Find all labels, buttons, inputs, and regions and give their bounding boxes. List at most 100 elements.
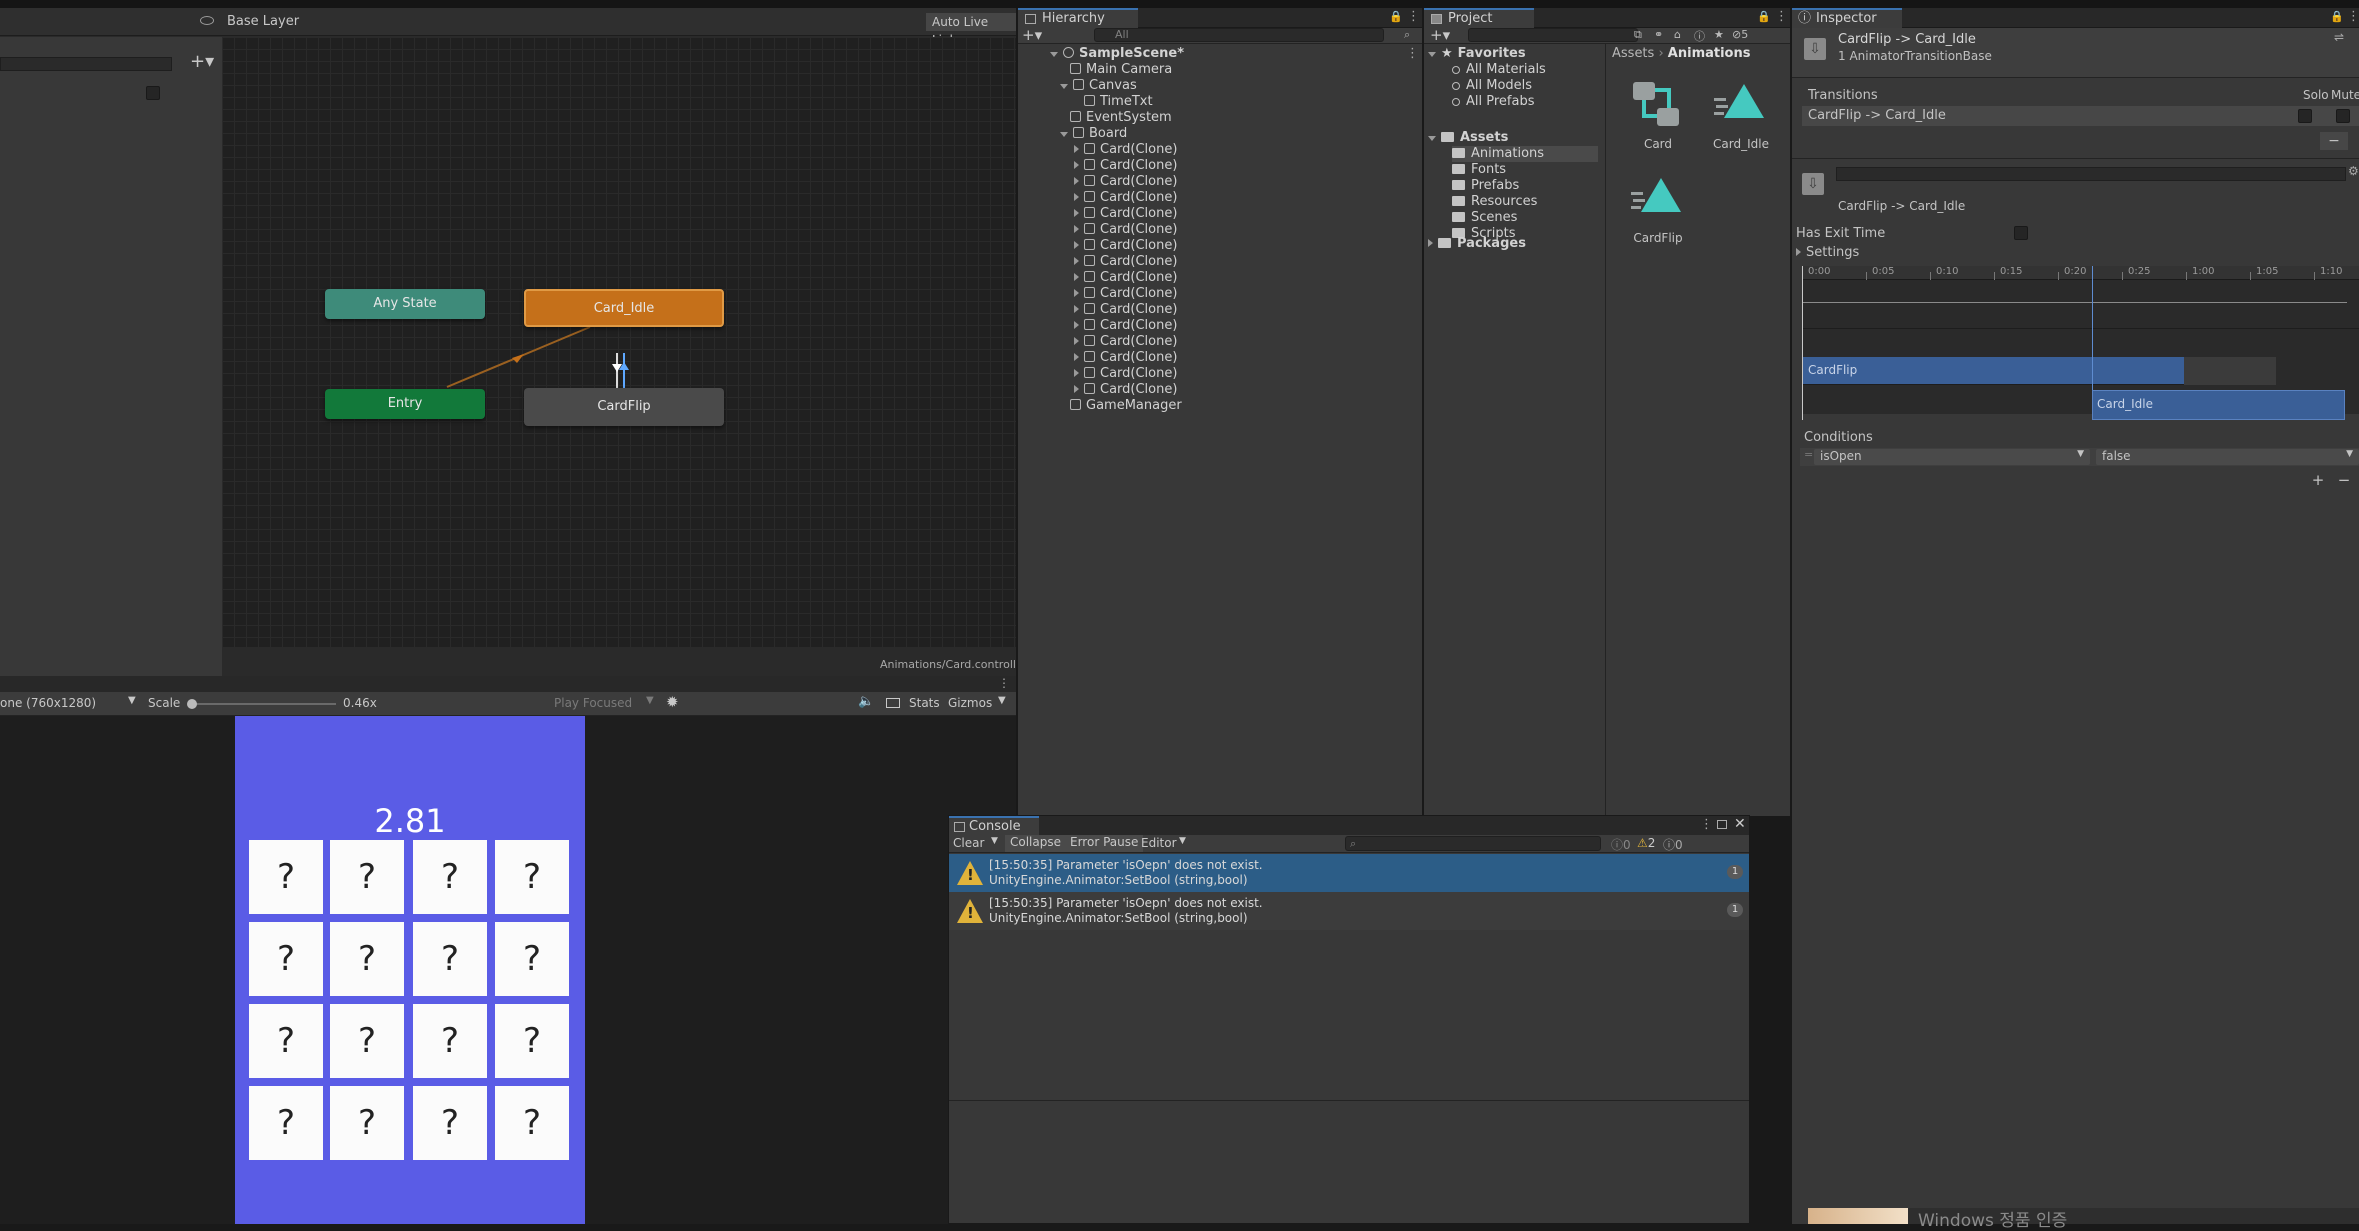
hierarchy-item[interactable]: Card(Clone) [1074, 158, 1177, 174]
expand-icon[interactable] [1050, 52, 1058, 57]
condition-parameter-dropdown[interactable]: isOpen ▼ [1814, 449, 2090, 465]
expand-icon[interactable] [1060, 132, 1068, 137]
more-menu-icon[interactable]: ⋮ [1700, 817, 1713, 832]
tag-icon[interactable]: ⌂ [1674, 28, 1681, 41]
add-condition-button[interactable]: + [2308, 472, 2328, 488]
project-search[interactable] [1468, 28, 1638, 42]
clip-bar-cardflip[interactable]: CardFlip [1802, 357, 2184, 385]
hierarchy-search[interactable]: All [1094, 28, 1384, 42]
layer-breadcrumb[interactable]: Base Layer [227, 14, 299, 29]
parameter-checkbox[interactable] [146, 86, 160, 100]
hierarchy-item[interactable]: Board [1060, 126, 1127, 142]
resolution-dropdown[interactable]: one (760x1280) [0, 696, 96, 710]
console-search[interactable]: ⌕ [1345, 836, 1601, 851]
hierarchy-item[interactable]: Card(Clone) [1074, 366, 1177, 382]
breadcrumb-animations[interactable]: Animations [1668, 46, 1751, 61]
hierarchy-item[interactable]: Card(Clone) [1074, 334, 1177, 350]
clear-button[interactable]: Clear [953, 836, 984, 850]
expand-icon[interactable] [1060, 84, 1068, 89]
memory-card[interactable]: ? [330, 1004, 404, 1078]
gizmos-button[interactable]: Gizmos [948, 696, 992, 710]
hidden-packages-icon[interactable]: ⊘5 [1732, 28, 1748, 41]
more-menu-icon[interactable]: ⋮ [1406, 46, 1419, 61]
remove-transition-button[interactable]: − [2320, 132, 2348, 150]
scale-slider[interactable] [187, 699, 336, 709]
state-graph[interactable]: Any State Card_Idle Entry CardFlip [222, 37, 1016, 647]
editor-dropdown[interactable]: Editor [1141, 836, 1177, 850]
favorites-row[interactable]: ★ Favorites [1428, 46, 1526, 62]
tab-project[interactable]: Project [1424, 8, 1534, 28]
search-by-label-icon[interactable]: ⚭ [1654, 28, 1663, 41]
log-count-toggle[interactable]: ⓘ0 [1611, 836, 1631, 853]
expand-icon[interactable] [1074, 193, 1079, 201]
warning-count-toggle[interactable]: ⚠2 [1637, 836, 1655, 850]
expand-icon[interactable] [1428, 52, 1436, 57]
timeline-start-marker[interactable] [1802, 266, 1803, 420]
memory-card[interactable]: ? [495, 1004, 569, 1078]
console-log-entry[interactable]: ! [15:50:35] Parameter 'isOepn' does not … [949, 892, 1749, 930]
expand-icon[interactable] [1074, 241, 1079, 249]
card-flip-node[interactable]: CardFlip [524, 388, 724, 426]
expand-icon[interactable] [1074, 225, 1079, 233]
eye-icon[interactable] [200, 16, 214, 25]
chevron-down-icon[interactable]: ▼ [998, 695, 1006, 706]
card-idle-node[interactable]: Card_Idle [524, 289, 724, 327]
solo-checkbox[interactable] [2298, 109, 2312, 123]
transition-name-field[interactable] [1836, 167, 2346, 181]
hierarchy-item[interactable]: Card(Clone) [1074, 270, 1177, 286]
asset-folder-item[interactable]: Fonts [1452, 162, 1506, 178]
expand-icon[interactable] [1428, 239, 1433, 247]
hierarchy-item[interactable]: Card(Clone) [1074, 302, 1177, 318]
close-icon[interactable]: ✕ [1734, 816, 1746, 832]
favorites-item[interactable]: All Models [1452, 78, 1532, 94]
tab-hierarchy[interactable]: Hierarchy [1018, 8, 1138, 28]
lock-icon[interactable]: 🔒 [1389, 10, 1403, 23]
memory-card[interactable]: ? [495, 1086, 569, 1160]
memory-card[interactable]: ? [413, 1004, 487, 1078]
add-object-button[interactable]: +▾ [1022, 26, 1042, 44]
memory-card[interactable]: ? [249, 922, 323, 996]
expand-icon[interactable] [1074, 305, 1079, 313]
hierarchy-item[interactable]: Card(Clone) [1074, 238, 1177, 254]
favorites-item[interactable]: All Prefabs [1452, 94, 1535, 110]
expand-icon[interactable] [1074, 257, 1079, 265]
more-menu-icon[interactable]: ⋮ [1775, 9, 1788, 24]
lock-icon[interactable]: 🔒 [2330, 10, 2344, 23]
hierarchy-item[interactable]: Card(Clone) [1074, 382, 1177, 398]
asset-card-idle-clip[interactable]: Card_Idle [1706, 78, 1776, 152]
hierarchy-item[interactable]: Card(Clone) [1074, 350, 1177, 366]
add-parameter-button[interactable]: +▾ [190, 51, 214, 72]
scale-slider-handle[interactable] [187, 699, 197, 709]
expand-icon[interactable] [1074, 289, 1079, 297]
scene-row[interactable]: SampleScene* [1050, 46, 1184, 62]
expand-icon[interactable] [1074, 273, 1079, 281]
hierarchy-item[interactable]: Card(Clone) [1074, 142, 1177, 158]
star-icon[interactable]: ★ [1714, 28, 1724, 41]
memory-card[interactable]: ? [495, 840, 569, 914]
favorites-item[interactable]: All Materials [1452, 62, 1546, 78]
assets-row[interactable]: Assets [1428, 130, 1508, 146]
hierarchy-item[interactable]: TimeTxt [1074, 94, 1153, 110]
more-menu-icon[interactable]: ⋮ [1407, 9, 1420, 24]
asset-folder-item[interactable]: Resources [1452, 194, 1537, 210]
has-exit-time-checkbox[interactable] [2014, 226, 2028, 240]
settings-sliders-icon[interactable]: ⇌ [2334, 30, 2344, 44]
info-icon[interactable]: ⓘ [1694, 28, 1705, 44]
asset-card-controller[interactable]: Card [1624, 78, 1692, 152]
search-by-type-icon[interactable]: ⧉ [1634, 28, 1642, 42]
more-menu-icon[interactable]: ⋮ [2347, 9, 2359, 24]
drag-handle-icon[interactable]: = [1804, 448, 1813, 461]
transition-timeline[interactable]: 0:00 0:05 0:10 0:15 0:20 0:25 1:00 1:05 1:10 Car… [1802, 266, 2359, 420]
hierarchy-item[interactable]: EventSystem [1060, 110, 1172, 126]
error-count-toggle[interactable]: ⓘ0 [1663, 836, 1683, 853]
memory-card[interactable]: ? [249, 840, 323, 914]
expand-icon[interactable] [1074, 161, 1079, 169]
hierarchy-item[interactable]: Main Camera [1060, 62, 1172, 78]
memory-card[interactable]: ? [495, 922, 569, 996]
settings-foldout[interactable]: Settings [1796, 245, 1859, 260]
expand-icon[interactable] [1074, 145, 1079, 153]
expand-icon[interactable] [1074, 321, 1079, 329]
gear-icon[interactable]: ⚙ [2348, 164, 2359, 178]
gear-icon[interactable]: ✹ [666, 693, 679, 711]
condition-value-dropdown[interactable]: false ▼ [2096, 449, 2359, 465]
